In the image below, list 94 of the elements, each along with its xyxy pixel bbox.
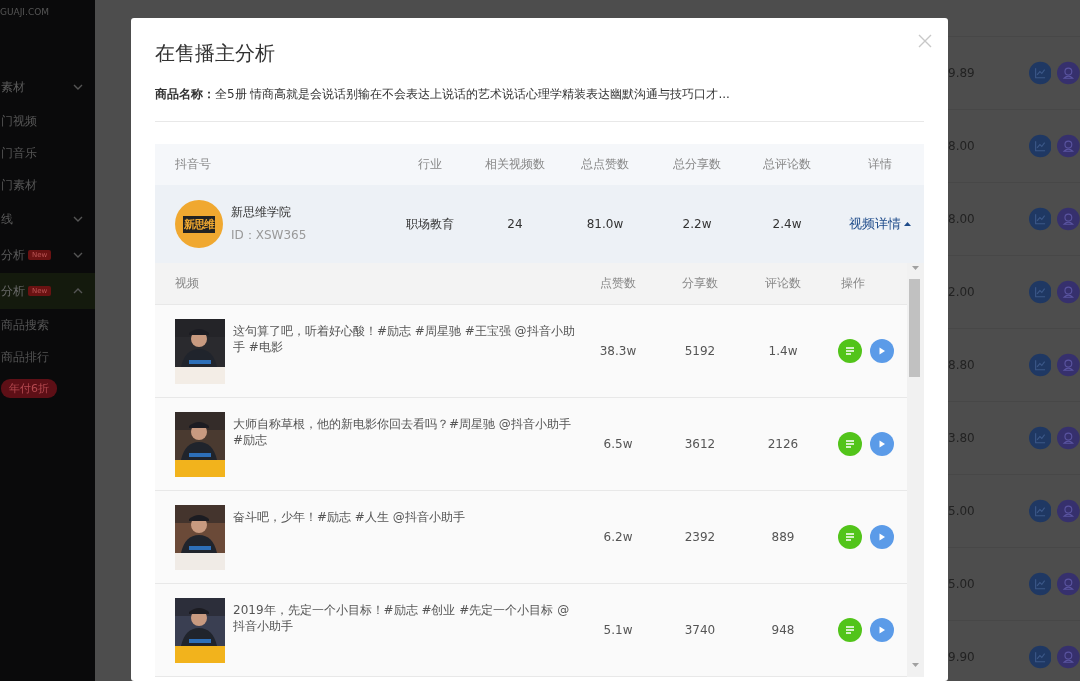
- play-icon: [878, 533, 886, 541]
- video-title[interactable]: 2019年，先定一个小目标！#励志 #创业 #先定一个小目标 @抖音小助手: [233, 597, 575, 634]
- sidebar-item-label: 素材: [1, 78, 25, 96]
- table-cell-text: 6.5w: [602, 437, 634, 451]
- table-cell-text: 2.2w: [681, 217, 713, 231]
- column-header: 抖音号: [174, 156, 212, 173]
- chart-icon[interactable]: [1028, 280, 1052, 304]
- list-icon: [845, 532, 855, 542]
- user-icon[interactable]: [1057, 645, 1080, 669]
- user-icon[interactable]: [1057, 499, 1080, 523]
- table-cell-text: 81.0w: [585, 217, 625, 231]
- user-icon[interactable]: [1057, 207, 1080, 231]
- close-icon[interactable]: [918, 34, 932, 48]
- list-icon: [845, 346, 855, 356]
- table-cell-text: 24: [506, 217, 524, 231]
- promo-badge[interactable]: 年付6折: [1, 379, 57, 398]
- sidebar-item-label: 门视频: [1, 112, 37, 130]
- play-icon: [878, 440, 886, 448]
- sidebar-item[interactable]: 商品搜索: [0, 309, 95, 341]
- chart-icon[interactable]: [1028, 499, 1052, 523]
- table-cell-text: 5192: [683, 344, 717, 358]
- chart-icon[interactable]: [1028, 645, 1052, 669]
- account-id: ID：XSW365: [231, 227, 307, 244]
- play-button[interactable]: [870, 432, 894, 456]
- table-cell-text: 948: [770, 623, 796, 637]
- table-cell-text: 889: [770, 530, 796, 544]
- sidebar-item[interactable]: 商品排行: [0, 341, 95, 373]
- chart-icon[interactable]: [1028, 572, 1052, 596]
- dialog-title: 在售播主分析: [155, 40, 276, 67]
- account-name: 新思维学院: [231, 204, 292, 221]
- table-cell-text: 2.4w: [771, 217, 803, 231]
- column-header: 分享数: [681, 275, 719, 292]
- user-icon[interactable]: [1057, 353, 1080, 377]
- video-title[interactable]: 奋斗吧，少年！#励志 #人生 @抖音小助手: [233, 504, 575, 525]
- logo-text: 新思维: [183, 215, 215, 233]
- list-button[interactable]: [838, 339, 862, 363]
- play-button[interactable]: [870, 339, 894, 363]
- video-title[interactable]: 大师自称草根，他的新电影你回去看吗？#周星驰 @抖音小助手 #励志: [233, 411, 575, 448]
- play-icon: [878, 347, 886, 355]
- chart-icon[interactable]: [1028, 426, 1052, 450]
- chart-icon[interactable]: [1028, 207, 1052, 231]
- user-icon[interactable]: [1057, 61, 1080, 85]
- column-header: 详情: [866, 156, 893, 173]
- list-button[interactable]: [838, 618, 862, 642]
- table-cell-text: 职场教育: [405, 215, 455, 233]
- column-header: 总点赞数: [580, 156, 630, 173]
- sidebar-item[interactable]: 门素材: [0, 169, 95, 201]
- table-cell-text: 3612: [683, 437, 717, 451]
- sidebar-item[interactable]: 门视频: [0, 105, 95, 137]
- brand-logo[interactable]: GUAJI.COM: [0, 6, 50, 18]
- table-cell-text: 1.4w: [767, 344, 799, 358]
- list-button[interactable]: [838, 525, 862, 549]
- column-header: 总评论数: [762, 156, 812, 173]
- table-cell-text: 2392: [683, 530, 717, 544]
- user-icon[interactable]: [1057, 280, 1080, 304]
- product-label: 商品名称：: [155, 86, 215, 103]
- sidebar-item-label: 分析: [1, 246, 25, 264]
- video-title[interactable]: 这句算了吧，听着好心酸！#励志 #周星驰 #王宝强 @抖音小助手 #电影: [233, 318, 575, 355]
- play-icon: [878, 626, 886, 634]
- list-icon: [845, 439, 855, 449]
- list-icon: [845, 625, 855, 635]
- table-cell-text: 6.2w: [602, 530, 634, 544]
- sidebar-item-label: 商品排行: [1, 348, 49, 366]
- product-name: 全5册 情商高就是会说话别输在不会表达上说话的艺术说话心理学精装表达幽默沟通与技巧口才...: [215, 86, 730, 103]
- column-header: 总分享数: [672, 156, 722, 173]
- caret-up-icon: [903, 222, 911, 226]
- sidebar-item-label: 线: [1, 210, 13, 228]
- user-icon[interactable]: [1057, 572, 1080, 596]
- table-cell-text: 3740: [683, 623, 717, 637]
- column-header: 评论数: [764, 275, 802, 292]
- column-header: 相关视频数: [484, 156, 546, 173]
- sidebar-item[interactable]: 素材: [0, 69, 95, 105]
- table-cell-text: 5.1w: [602, 623, 634, 637]
- column-header: 视频: [174, 275, 200, 292]
- table-cell-text: 38.3w: [598, 344, 638, 358]
- sidebar-item[interactable]: 线: [0, 201, 95, 237]
- chart-icon[interactable]: [1028, 61, 1052, 85]
- column-header: 点赞数: [599, 275, 637, 292]
- sidebar-item-label: 商品搜索: [1, 316, 49, 334]
- column-header: 操作: [840, 275, 866, 292]
- table-cell-text: 2126: [766, 437, 800, 451]
- chart-icon[interactable]: [1028, 134, 1052, 158]
- user-icon[interactable]: [1057, 426, 1080, 450]
- sidebar-item-label: 门音乐: [1, 144, 37, 162]
- sidebar-item-label: 门素材: [1, 176, 37, 194]
- user-icon[interactable]: [1057, 134, 1080, 158]
- play-button[interactable]: [870, 525, 894, 549]
- chart-icon[interactable]: [1028, 353, 1052, 377]
- column-header: 行业: [417, 156, 443, 173]
- sidebar-item[interactable]: 门音乐: [0, 137, 95, 169]
- video-details-link[interactable]: 视频详情: [835, 215, 924, 233]
- sidebar-item-label: 分析: [1, 282, 25, 300]
- list-button[interactable]: [838, 432, 862, 456]
- play-button[interactable]: [870, 618, 894, 642]
